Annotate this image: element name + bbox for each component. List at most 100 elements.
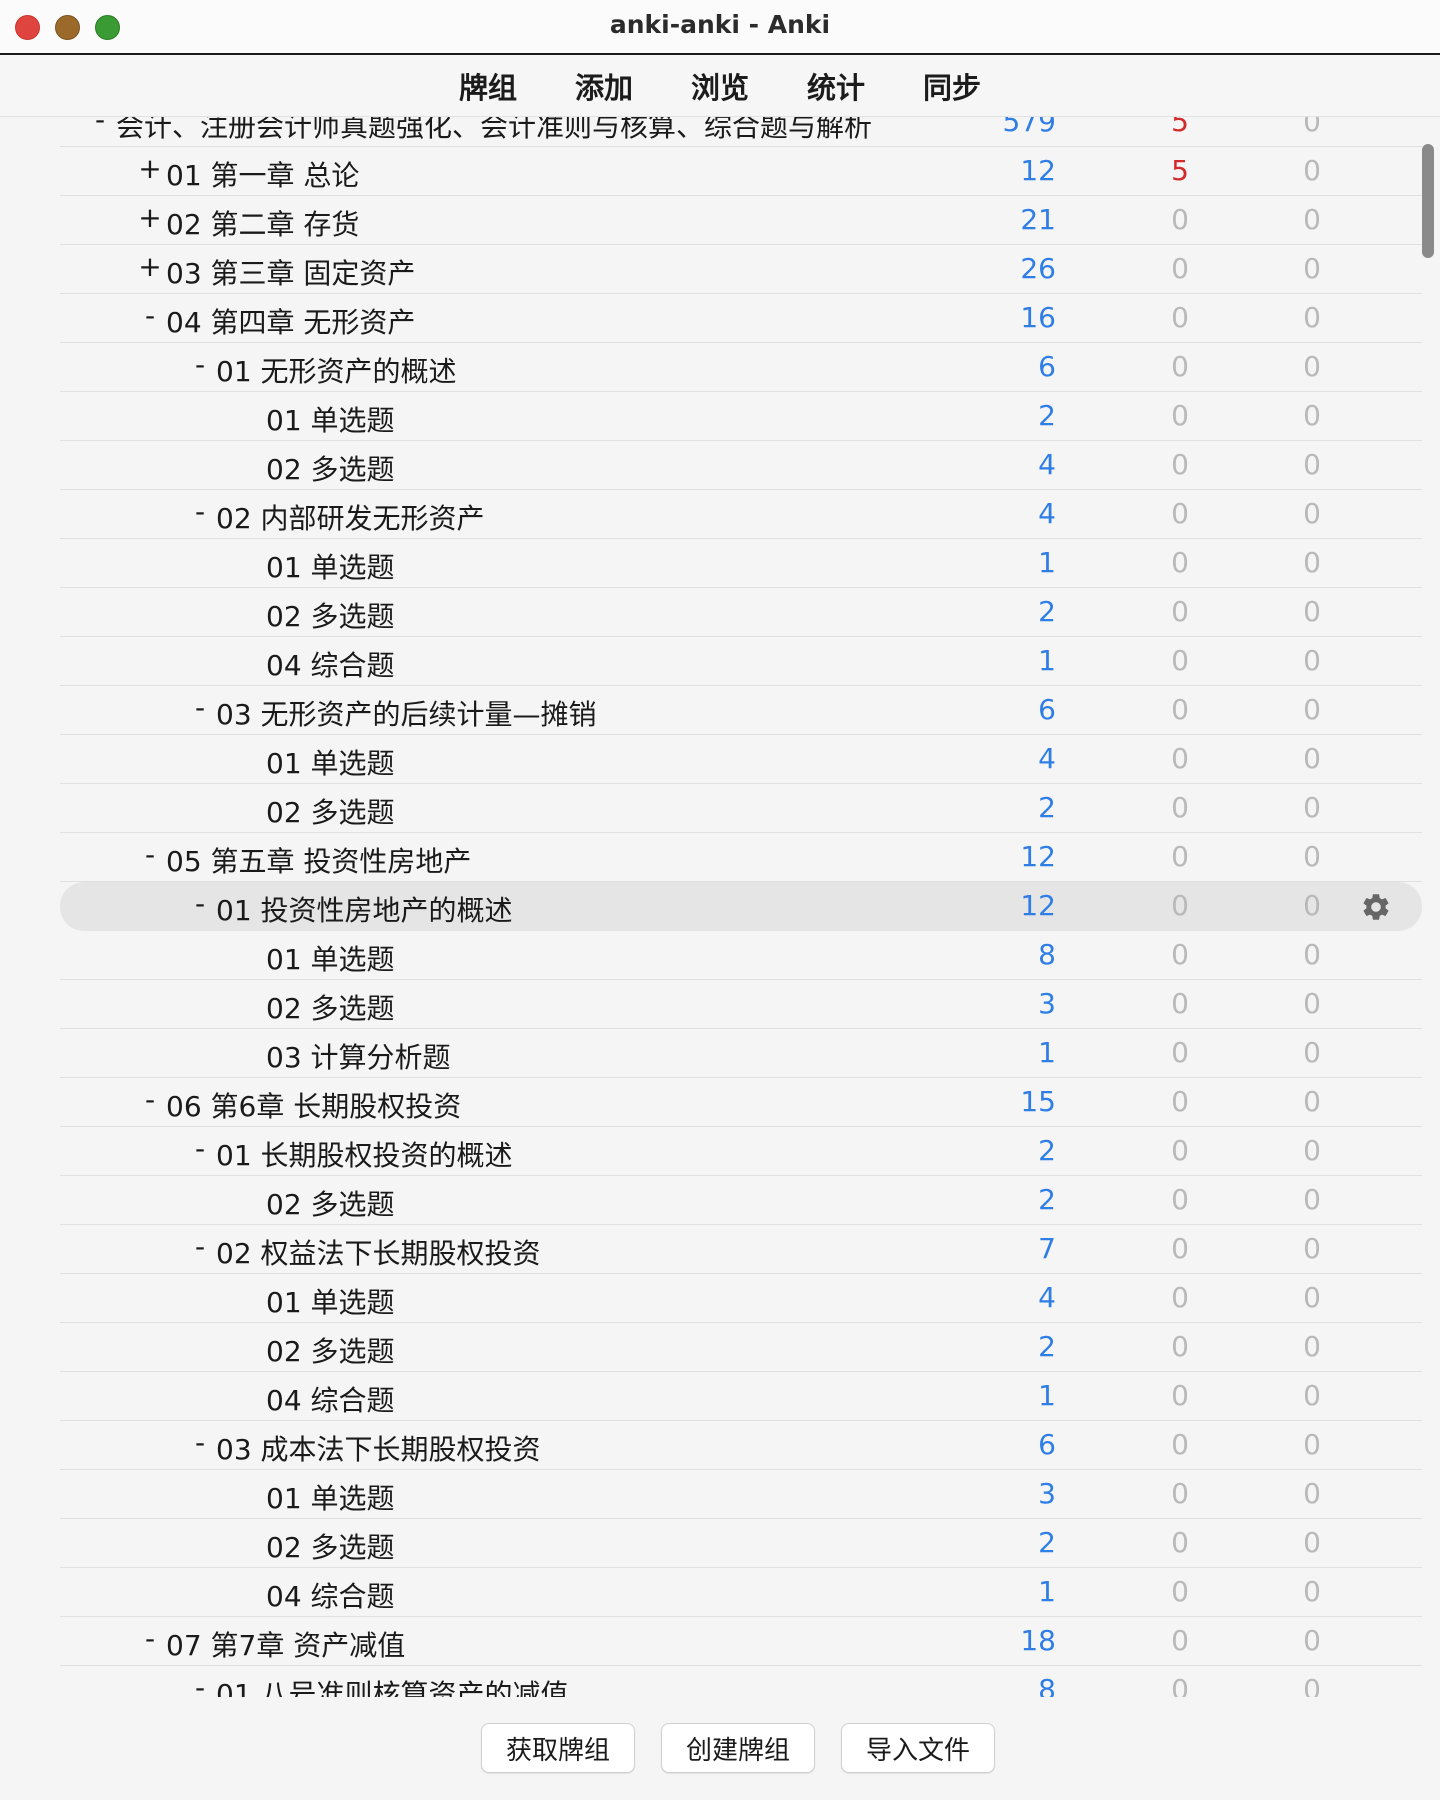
collapse-deck-toggle[interactable]: - [138,1622,162,1655]
collapse-deck-toggle[interactable]: - [188,1426,212,1459]
deck-row[interactable]: +01 第一章 总论 12 5 0 [60,147,1422,196]
get-shared-decks-button[interactable]: 获取牌组 [481,1723,635,1773]
deck-name[interactable]: 01 单选题 [266,546,395,586]
toolbar-browse[interactable]: 浏览 [691,65,749,107]
deck-row[interactable]: 01 单选题 2 0 0 [60,392,1422,441]
toolbar-decks[interactable]: 牌组 [459,65,517,107]
deck-row[interactable]: -01 投资性房地产的概述 12 0 0 [60,882,1422,931]
toolbar-sync[interactable]: 同步 [923,65,981,107]
deck-name[interactable]: 02 权益法下长期股权投资 [216,1232,541,1272]
deck-row[interactable]: 04 综合题 1 0 0 [60,1372,1422,1421]
deck-name[interactable]: 03 计算分析题 [266,1036,451,1076]
expand-deck-toggle[interactable]: + [138,201,162,234]
collapse-deck-toggle[interactable]: - [188,1230,212,1263]
collapse-deck-toggle[interactable]: - [188,691,212,724]
deck-name[interactable]: 03 成本法下长期股权投资 [216,1428,541,1468]
learn-count: 0 [1171,1134,1189,1167]
collapse-deck-toggle[interactable]: - [138,299,162,332]
deck-name[interactable]: 01 第一章 总论 [166,154,359,194]
deck-row[interactable]: -03 无形资产的后续计量—摊销 6 0 0 [60,686,1422,735]
deck-name[interactable]: 01 单选题 [266,1477,395,1517]
deck-name[interactable]: 02 内部研发无形资产 [216,497,485,537]
toolbar-add[interactable]: 添加 [575,65,633,107]
deck-name[interactable]: 01 单选题 [266,938,395,978]
expand-deck-toggle[interactable]: + [138,152,162,185]
due-count: 0 [1303,350,1321,383]
deck-row[interactable]: +03 第三章 固定资产 26 0 0 [60,245,1422,294]
create-deck-button[interactable]: 创建牌组 [661,1723,815,1773]
deck-row[interactable]: -01 无形资产的概述 6 0 0 [60,343,1422,392]
deck-row[interactable]: 02 多选题 2 0 0 [60,1519,1422,1568]
deck-row[interactable]: -01 长期股权投资的概述 2 0 0 [60,1127,1422,1176]
deck-row[interactable]: 02 多选题 2 0 0 [60,1323,1422,1372]
deck-list[interactable]: - 会计、注册会计师真题强化、会计准则与核算、综合题与解析 579 5 0 +01 第一章… [0,117,1440,1697]
deck-name[interactable]: 01 单选题 [266,399,395,439]
deck-row[interactable]: 02 多选题 2 0 0 [60,588,1422,637]
deck-name[interactable]: 02 多选题 [266,595,395,635]
learn-count: 0 [1171,1575,1189,1608]
due-count: 0 [1303,1134,1321,1167]
deck-name[interactable]: 04 第四章 无形资产 [166,301,415,341]
deck-list-scrollbar[interactable] [1422,144,1434,258]
deck-row[interactable]: 01 单选题 1 0 0 [60,539,1422,588]
toolbar-stats[interactable]: 统计 [807,65,865,107]
deck-row[interactable]: 02 多选题 2 0 0 [60,784,1422,833]
deck-row[interactable]: 03 计算分析题 1 0 0 [60,1029,1422,1078]
deck-name[interactable]: 02 多选题 [266,448,395,488]
deck-name[interactable]: 03 第三章 固定资产 [166,252,415,292]
deck-row[interactable]: -02 内部研发无形资产 4 0 0 [60,490,1422,539]
collapse-deck-toggle[interactable]: - [188,348,212,381]
deck-row[interactable]: 01 单选题 8 0 0 [60,931,1422,980]
deck-name[interactable]: 06 第6章 长期股权投资 [166,1085,461,1125]
deck-name[interactable]: 01 无形资产的概述 [216,350,457,390]
deck-row[interactable]: 04 综合题 1 0 0 [60,1568,1422,1617]
collapse-deck-toggle[interactable]: - [188,887,212,920]
expand-deck-toggle[interactable]: + [138,250,162,283]
deck-name[interactable]: 01 单选题 [266,742,395,782]
deck-row[interactable]: -02 权益法下长期股权投资 7 0 0 [60,1225,1422,1274]
deck-name[interactable]: 03 无形资产的后续计量—摊销 [216,693,597,733]
deck-name[interactable]: 04 综合题 [266,1379,395,1419]
new-count: 4 [1038,742,1056,775]
deck-name[interactable]: 01 投资性房地产的概述 [216,889,513,929]
deck-name[interactable]: 01 长期股权投资的概述 [216,1134,513,1174]
deck-row[interactable]: -03 成本法下长期股权投资 6 0 0 [60,1421,1422,1470]
deck-name[interactable]: 01 单选题 [266,1281,395,1321]
deck-row[interactable]: 02 多选题 2 0 0 [60,1176,1422,1225]
gear-icon[interactable] [1360,891,1392,923]
deck-name[interactable]: 02 多选题 [266,1526,395,1566]
deck-name[interactable]: 02 多选题 [266,987,395,1027]
deck-row[interactable]: - 会计、注册会计师真题强化、会计准则与核算、综合题与解析 579 5 0 [60,117,1422,147]
deck-row[interactable]: -07 第7章 资产减值 18 0 0 [60,1617,1422,1666]
collapse-deck-toggle[interactable]: - [138,1083,162,1116]
collapse-deck-toggle[interactable]: - [88,117,112,136]
deck-name[interactable]: 07 第7章 资产减值 [166,1624,405,1664]
deck-name[interactable]: 04 综合题 [266,644,395,684]
deck-name[interactable]: 05 第五章 投资性房地产 [166,840,471,880]
import-file-button[interactable]: 导入文件 [841,1723,995,1773]
deck-row[interactable]: 02 多选题 4 0 0 [60,441,1422,490]
deck-row[interactable]: +02 第二章 存货 21 0 0 [60,196,1422,245]
deck-row[interactable]: -06 第6章 长期股权投资 15 0 0 [60,1078,1422,1127]
deck-row[interactable]: 01 单选题 3 0 0 [60,1470,1422,1519]
deck-name[interactable]: 01 八号准则核算资产的减值 [216,1673,569,1697]
deck-name[interactable]: 02 多选题 [266,1183,395,1223]
collapse-deck-toggle[interactable]: - [188,1671,212,1697]
deck-row[interactable]: -01 八号准则核算资产的减值 8 0 0 [60,1666,1422,1697]
deck-name[interactable]: 02 多选题 [266,791,395,831]
due-count: 0 [1303,1281,1321,1314]
deck-name[interactable]: 04 综合题 [266,1575,395,1615]
deck-name[interactable]: 02 多选题 [266,1330,395,1370]
collapse-deck-toggle[interactable]: - [188,495,212,528]
deck-row[interactable]: -04 第四章 无形资产 16 0 0 [60,294,1422,343]
learn-count: 5 [1171,117,1189,138]
collapse-deck-toggle[interactable]: - [138,838,162,871]
deck-name[interactable]: 02 第二章 存货 [166,203,359,243]
deck-row[interactable]: 01 单选题 4 0 0 [60,1274,1422,1323]
deck-row[interactable]: -05 第五章 投资性房地产 12 0 0 [60,833,1422,882]
deck-name[interactable]: 会计、注册会计师真题强化、会计准则与核算、综合题与解析 [116,117,872,145]
collapse-deck-toggle[interactable]: - [188,1132,212,1165]
deck-row[interactable]: 02 多选题 3 0 0 [60,980,1422,1029]
deck-row[interactable]: 04 综合题 1 0 0 [60,637,1422,686]
deck-row[interactable]: 01 单选题 4 0 0 [60,735,1422,784]
